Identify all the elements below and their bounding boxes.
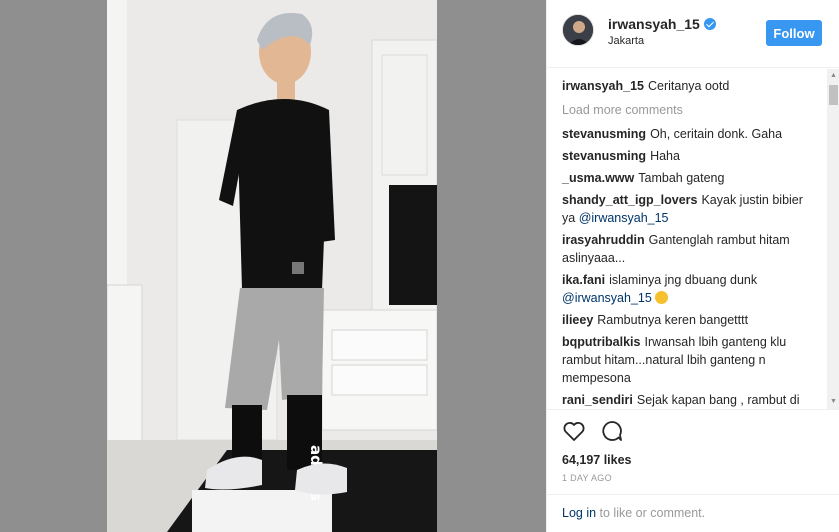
avatar[interactable]	[562, 14, 594, 46]
comment-username[interactable]: ika.fani	[562, 273, 605, 287]
scrollbar-thumb[interactable]	[829, 85, 838, 105]
follow-button[interactable]: Follow	[766, 20, 822, 46]
comments-scrollbar[interactable]: ▲ ▼	[827, 69, 839, 409]
comment-text: Tambah gateng	[638, 171, 725, 185]
comment-mention-link[interactable]: @irwansyah_15	[562, 291, 652, 305]
comment-username[interactable]: irasyahruddin	[562, 233, 645, 247]
caption-username[interactable]: irwansyah_15	[562, 79, 644, 93]
comment-text: islaminya jng dbuang dunk	[609, 273, 758, 287]
post-username-text[interactable]: irwansyah_15	[608, 16, 700, 32]
post-header: irwansyah_15 Jakarta Follow	[547, 0, 839, 68]
post-photo[interactable]: adidas	[107, 0, 437, 532]
login-link[interactable]: Log in	[562, 506, 596, 520]
login-prompt: Log in to like or comment.	[547, 494, 839, 532]
verified-badge-icon	[703, 18, 716, 30]
post-side-panel: irwansyah_15 Jakarta Follow irwansyah_15…	[546, 0, 839, 532]
likes-count[interactable]: 64,197 likes	[562, 453, 825, 467]
avatar-image	[563, 15, 593, 45]
comment-username[interactable]: bqputribalkis	[562, 335, 640, 349]
post-actions: 64,197 likes 1 DAY AGO	[547, 409, 839, 483]
post-caption: irwansyah_15 Ceritanya ootd	[562, 77, 827, 95]
comments-list[interactable]: irwansyah_15 Ceritanya ootd Load more com…	[547, 69, 827, 409]
scroll-up-arrow-icon[interactable]: ▲	[827, 69, 839, 83]
comment-username[interactable]: _usma.www	[562, 171, 634, 185]
outfit-photo-illustration: adidas	[107, 0, 437, 532]
comment-text: Rambutnya keren bangetttt	[597, 313, 749, 327]
load-more-comments-button[interactable]: Load more comments	[562, 101, 827, 119]
heart-icon[interactable]	[562, 419, 586, 443]
action-icons	[562, 419, 825, 443]
comment-item: shandy_att_igp_lovers Kayak justin bibier…	[562, 191, 827, 227]
comment-mention-link[interactable]: @irwansyah_15	[579, 211, 669, 225]
post-location[interactable]: Jakarta	[608, 35, 644, 47]
comment-item: stevanusming Haha	[562, 147, 827, 165]
comment-item: ika.fani islaminya jng dbuang dunk @irwans…	[562, 271, 827, 307]
comment-item: ilieey Rambutnya keren bangetttt	[562, 311, 827, 329]
comment-username[interactable]: shandy_att_igp_lovers	[562, 193, 697, 207]
comment-item: stevanusming Oh, ceritain donk. Gaha	[562, 125, 827, 143]
comment-text: Oh, ceritain donk. Gaha	[650, 127, 783, 141]
scroll-down-arrow-icon[interactable]: ▼	[827, 395, 839, 409]
comment-bubble-icon[interactable]	[600, 419, 624, 443]
comment-item: _usma.www Tambah gateng	[562, 169, 827, 187]
post-username[interactable]: irwansyah_15	[608, 16, 716, 32]
comment-username[interactable]: stevanusming	[562, 127, 646, 141]
comment-username[interactable]: ilieey	[562, 313, 593, 327]
emoji-icon	[655, 291, 669, 304]
caption-text: Ceritanya ootd	[648, 79, 730, 93]
post-timestamp[interactable]: 1 DAY AGO	[562, 473, 825, 483]
login-prompt-text: to like or comment.	[596, 506, 706, 520]
comment-username[interactable]: stevanusming	[562, 149, 646, 163]
comment-username[interactable]: rani_sendiri	[562, 393, 633, 407]
comment-item: rani_sendiri Sejak kapan bang , rambut di…	[562, 391, 827, 409]
comment-item: irasyahruddin Ganteng­lah rambut hitam as…	[562, 231, 827, 267]
comment-text: Haha	[650, 149, 680, 163]
instagram-post-modal: adidas irwansyah_15 Jakarta Follow	[0, 0, 839, 532]
comment-item: bqputribalkis Irwansah lbih ganteng klu r…	[562, 333, 827, 387]
